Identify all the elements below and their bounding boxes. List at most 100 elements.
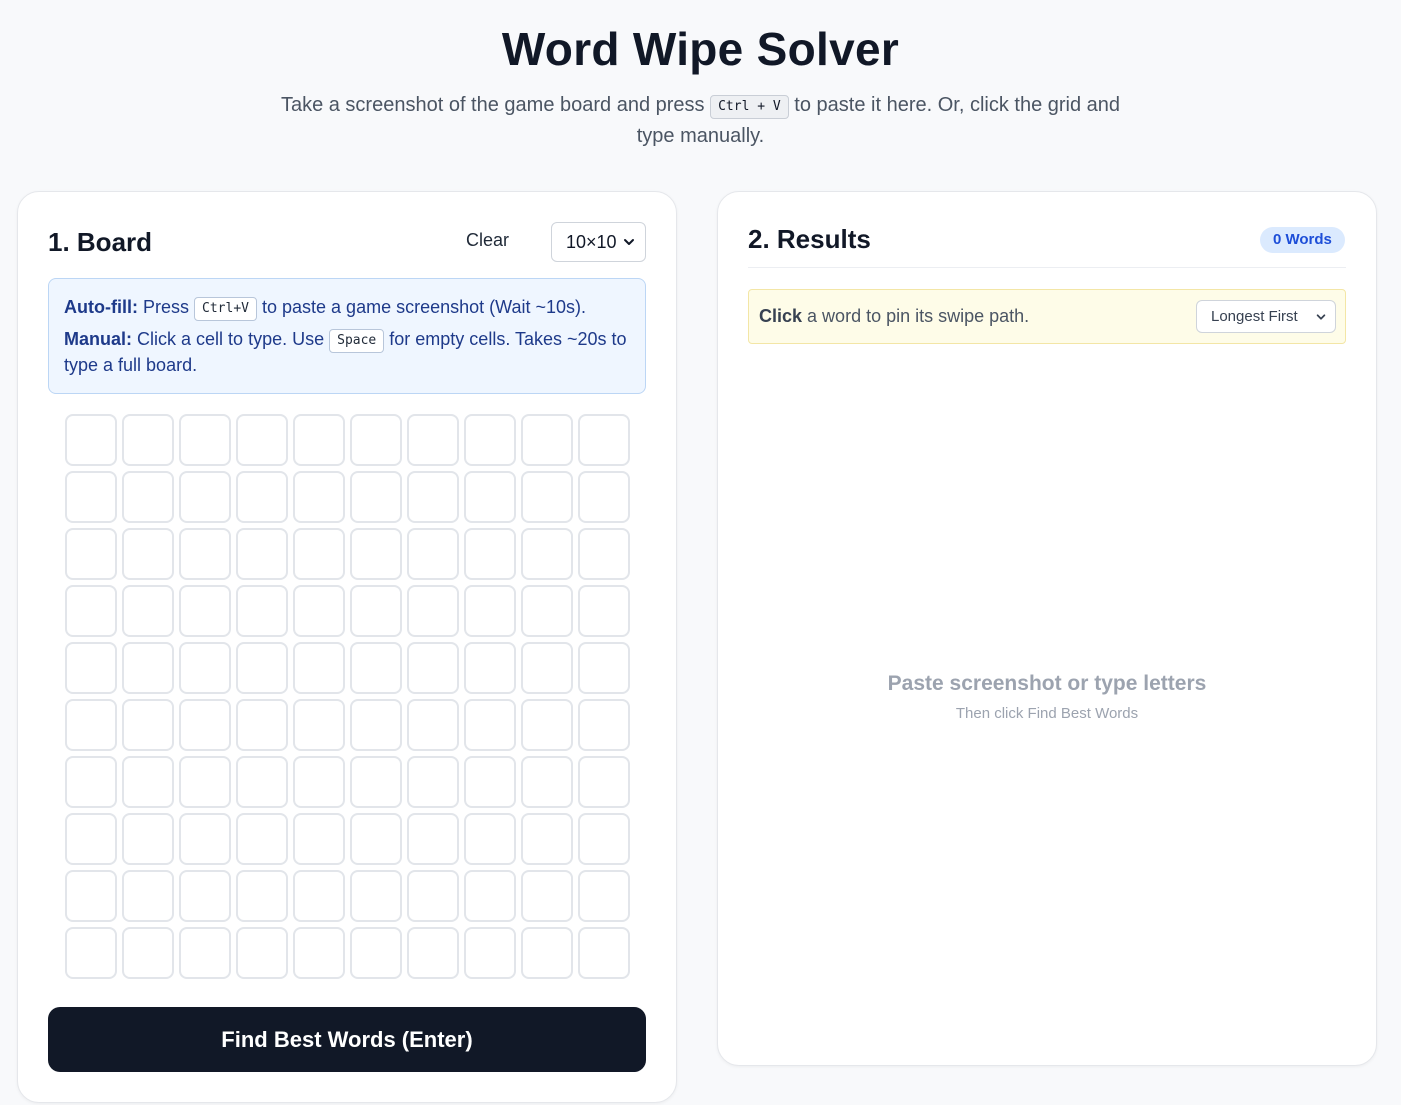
grid-cell[interactable] bbox=[293, 642, 345, 694]
grid-cell[interactable] bbox=[350, 585, 402, 637]
grid-cell[interactable] bbox=[407, 813, 459, 865]
grid-cell[interactable] bbox=[464, 414, 516, 466]
grid-cell[interactable] bbox=[179, 927, 231, 979]
grid-cell[interactable] bbox=[464, 813, 516, 865]
grid-cell[interactable] bbox=[236, 756, 288, 808]
grid-cell[interactable] bbox=[65, 927, 117, 979]
grid-cell[interactable] bbox=[578, 927, 630, 979]
grid-cell[interactable] bbox=[293, 528, 345, 580]
board-size-select[interactable]: 10×10 bbox=[551, 222, 646, 262]
find-best-words-button[interactable]: Find Best Words (Enter) bbox=[48, 1007, 646, 1072]
grid-cell[interactable] bbox=[293, 699, 345, 751]
grid-cell[interactable] bbox=[179, 870, 231, 922]
grid-cell[interactable] bbox=[464, 528, 516, 580]
grid-cell[interactable] bbox=[407, 699, 459, 751]
grid-cell[interactable] bbox=[122, 813, 174, 865]
grid-cell[interactable] bbox=[407, 414, 459, 466]
grid-cell[interactable] bbox=[578, 870, 630, 922]
grid-cell[interactable] bbox=[521, 414, 573, 466]
grid-cell[interactable] bbox=[65, 756, 117, 808]
grid-cell[interactable] bbox=[179, 585, 231, 637]
grid-cell[interactable] bbox=[350, 870, 402, 922]
sort-order-select[interactable]: Longest First bbox=[1196, 300, 1336, 333]
grid-cell[interactable] bbox=[179, 642, 231, 694]
grid-cell[interactable] bbox=[350, 642, 402, 694]
grid-cell[interactable] bbox=[236, 528, 288, 580]
grid-cell[interactable] bbox=[464, 927, 516, 979]
grid-cell[interactable] bbox=[578, 585, 630, 637]
grid-cell[interactable] bbox=[464, 585, 516, 637]
grid-cell[interactable] bbox=[578, 642, 630, 694]
grid-cell[interactable] bbox=[350, 813, 402, 865]
grid-cell[interactable] bbox=[122, 756, 174, 808]
grid-cell[interactable] bbox=[521, 585, 573, 637]
grid-cell[interactable] bbox=[293, 813, 345, 865]
grid-cell[interactable] bbox=[293, 927, 345, 979]
grid-cell[interactable] bbox=[122, 870, 174, 922]
grid-cell[interactable] bbox=[407, 471, 459, 523]
grid-cell[interactable] bbox=[578, 813, 630, 865]
grid-cell[interactable] bbox=[464, 870, 516, 922]
grid-cell[interactable] bbox=[521, 756, 573, 808]
grid-cell[interactable] bbox=[122, 642, 174, 694]
grid-cell[interactable] bbox=[350, 471, 402, 523]
grid-cell[interactable] bbox=[407, 756, 459, 808]
grid-cell[interactable] bbox=[350, 414, 402, 466]
grid-cell[interactable] bbox=[236, 699, 288, 751]
grid-cell[interactable] bbox=[464, 471, 516, 523]
grid-cell[interactable] bbox=[179, 528, 231, 580]
grid-cell[interactable] bbox=[122, 927, 174, 979]
grid-cell[interactable] bbox=[65, 813, 117, 865]
clear-button[interactable]: Clear bbox=[466, 230, 509, 251]
grid-cell[interactable] bbox=[179, 813, 231, 865]
grid-cell[interactable] bbox=[236, 813, 288, 865]
grid-cell[interactable] bbox=[236, 927, 288, 979]
grid-cell[interactable] bbox=[65, 414, 117, 466]
grid-cell[interactable] bbox=[122, 414, 174, 466]
grid-cell[interactable] bbox=[521, 870, 573, 922]
grid-cell[interactable] bbox=[122, 699, 174, 751]
grid-cell[interactable] bbox=[236, 471, 288, 523]
grid-cell[interactable] bbox=[521, 471, 573, 523]
grid-cell[interactable] bbox=[464, 642, 516, 694]
grid-cell[interactable] bbox=[179, 699, 231, 751]
grid-cell[interactable] bbox=[578, 471, 630, 523]
grid-cell[interactable] bbox=[293, 471, 345, 523]
grid-cell[interactable] bbox=[293, 870, 345, 922]
grid-cell[interactable] bbox=[179, 471, 231, 523]
grid-cell[interactable] bbox=[521, 642, 573, 694]
grid-cell[interactable] bbox=[122, 585, 174, 637]
grid-cell[interactable] bbox=[293, 585, 345, 637]
grid-cell[interactable] bbox=[407, 870, 459, 922]
grid-cell[interactable] bbox=[578, 699, 630, 751]
grid-cell[interactable] bbox=[464, 756, 516, 808]
grid-cell[interactable] bbox=[179, 756, 231, 808]
grid-cell[interactable] bbox=[407, 642, 459, 694]
grid-cell[interactable] bbox=[65, 471, 117, 523]
grid-cell[interactable] bbox=[407, 528, 459, 580]
grid-cell[interactable] bbox=[521, 528, 573, 580]
grid-cell[interactable] bbox=[293, 756, 345, 808]
grid-cell[interactable] bbox=[407, 585, 459, 637]
grid-cell[interactable] bbox=[122, 528, 174, 580]
grid-cell[interactable] bbox=[293, 414, 345, 466]
grid-cell[interactable] bbox=[65, 870, 117, 922]
grid-cell[interactable] bbox=[236, 870, 288, 922]
grid-cell[interactable] bbox=[236, 585, 288, 637]
grid-cell[interactable] bbox=[521, 699, 573, 751]
grid-cell[interactable] bbox=[236, 414, 288, 466]
grid-cell[interactable] bbox=[179, 414, 231, 466]
grid-cell[interactable] bbox=[578, 756, 630, 808]
grid-cell[interactable] bbox=[521, 927, 573, 979]
grid-cell[interactable] bbox=[464, 699, 516, 751]
grid-cell[interactable] bbox=[578, 528, 630, 580]
grid-cell[interactable] bbox=[350, 756, 402, 808]
grid-cell[interactable] bbox=[65, 528, 117, 580]
grid-cell[interactable] bbox=[578, 414, 630, 466]
grid-cell[interactable] bbox=[407, 927, 459, 979]
grid-cell[interactable] bbox=[65, 642, 117, 694]
grid-cell[interactable] bbox=[65, 699, 117, 751]
grid-cell[interactable] bbox=[350, 528, 402, 580]
grid-cell[interactable] bbox=[122, 471, 174, 523]
grid-cell[interactable] bbox=[350, 699, 402, 751]
